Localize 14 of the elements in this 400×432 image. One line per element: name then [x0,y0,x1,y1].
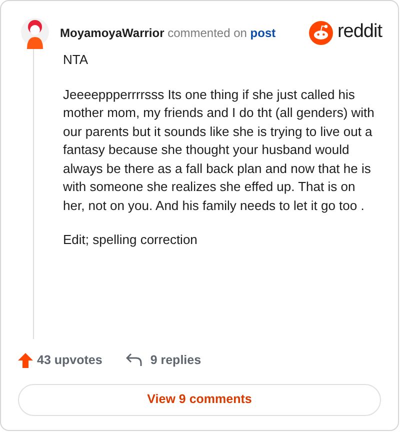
brand-name: reddit [337,20,382,44]
logo-icon [309,20,334,44]
reply-icon[interactable] [126,353,142,368]
view-comments-button[interactable]: View 9 comments [18,384,381,416]
action-text: commented on [166,26,248,40]
comment-paragraph: Jeeeeppperrrrsss Its one thing if she just called his mother mom, my friends and I do tht (all genders) with our parents but it sounds like she is trying to live out a fantasy because she thought your husband would always be there as a fall back plan and now that he is with someone she realizes she effed up. That is on her, not on you. And his family needs to let it go too . [63,86,376,215]
avatar-icon [20,16,50,48]
post-link[interactable]: post [250,26,276,40]
upvote-icon[interactable] [18,352,33,368]
comment-paragraph: Edit; spelling correction [63,231,198,249]
comment-paragraph: NTA [63,51,90,69]
upvote-count: 43 upvotes [37,352,102,369]
reply-count: 9 replies [150,352,202,369]
author-name[interactable]: MoyamoyaWarrior [60,26,164,40]
